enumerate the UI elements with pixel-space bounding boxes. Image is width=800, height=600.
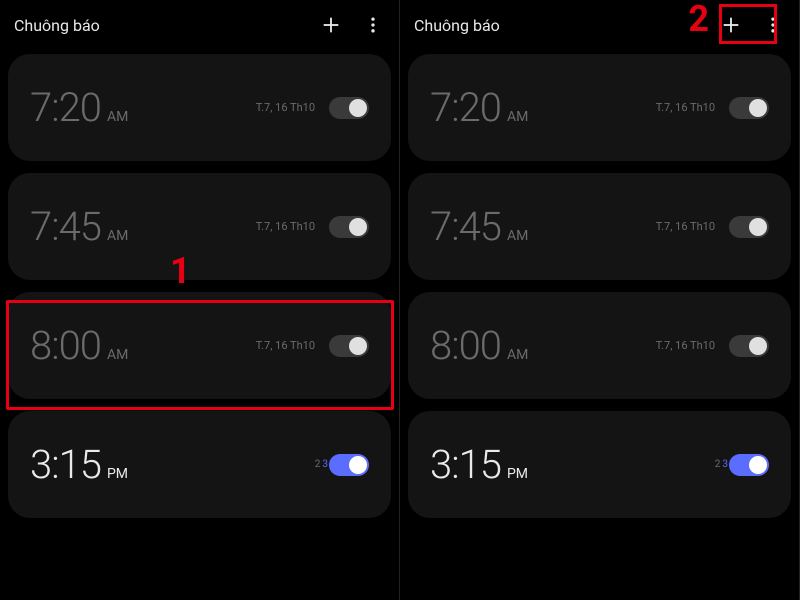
alarm-time: 7:20 AM bbox=[30, 84, 128, 131]
header-actions bbox=[319, 13, 385, 37]
add-button[interactable] bbox=[719, 13, 743, 37]
alarm-meta: T.7, 16 Th10 bbox=[656, 335, 769, 357]
time-value: 7:45 bbox=[430, 203, 501, 250]
time-value: 7:20 bbox=[430, 84, 501, 131]
alarm-toggle[interactable] bbox=[729, 216, 769, 238]
alarm-list: 7:20 AM T.7, 16 Th10 7:45 AM T.7, 16 Th1… bbox=[400, 48, 799, 518]
alarm-card[interactable]: 3:15 PM 234567C bbox=[408, 411, 791, 518]
more-button[interactable] bbox=[361, 13, 385, 37]
alarm-meta: T.7, 16 Th10 bbox=[256, 335, 369, 357]
ampm: AM bbox=[507, 228, 528, 244]
alarm-meta: T.7, 16 Th10 bbox=[656, 97, 769, 119]
time-value: 3:15 bbox=[430, 441, 501, 488]
ampm: AM bbox=[107, 109, 128, 125]
time-value: 8:00 bbox=[430, 322, 501, 369]
ampm: AM bbox=[107, 347, 128, 363]
add-button[interactable] bbox=[319, 13, 343, 37]
page-title: Chuông báo bbox=[414, 16, 500, 35]
time-value: 8:00 bbox=[30, 322, 101, 369]
alarm-date: T.7, 16 Th10 bbox=[256, 101, 315, 114]
alarm-date: T.7, 16 Th10 bbox=[656, 220, 715, 233]
alarm-time: 8:00 AM bbox=[430, 322, 528, 369]
ampm: AM bbox=[507, 109, 528, 125]
time-value: 3:15 bbox=[30, 441, 101, 488]
alarm-card[interactable]: 3:15 PM 234567C bbox=[8, 411, 391, 518]
alarm-toggle[interactable] bbox=[729, 454, 769, 476]
alarm-time: 7:45 AM bbox=[430, 203, 528, 250]
alarm-card[interactable]: 7:45 AM T.7, 16 Th10 bbox=[8, 173, 391, 280]
panel-left: Chuông báo 7:20 AM T.7, 16 Th10 7:45 bbox=[0, 0, 400, 600]
alarm-list: 7:20 AM T.7, 16 Th10 7:45 AM T.7, 16 Th1… bbox=[0, 48, 399, 518]
page-title: Chuông báo bbox=[14, 16, 100, 35]
alarm-time: 3:15 PM bbox=[30, 441, 128, 488]
alarm-card[interactable]: 8:00 AM T.7, 16 Th10 bbox=[408, 292, 791, 399]
header: Chuông báo bbox=[0, 0, 399, 48]
alarm-toggle[interactable] bbox=[329, 454, 369, 476]
alarm-card[interactable]: 7:20 AM T.7, 16 Th10 bbox=[408, 54, 791, 161]
more-icon bbox=[763, 15, 783, 35]
alarm-time: 7:20 AM bbox=[430, 84, 528, 131]
more-button[interactable] bbox=[761, 13, 785, 37]
alarm-date: T.7, 16 Th10 bbox=[256, 339, 315, 352]
panel-right: Chuông báo 7:20 AM T.7, 16 Th10 7:45 bbox=[400, 0, 800, 600]
more-icon bbox=[363, 15, 383, 35]
alarm-date: T.7, 16 Th10 bbox=[256, 220, 315, 233]
ampm: AM bbox=[107, 228, 128, 244]
time-value: 7:20 bbox=[30, 84, 101, 131]
alarm-meta: T.7, 16 Th10 bbox=[256, 216, 369, 238]
alarm-meta: 234567C bbox=[315, 459, 369, 470]
ampm: PM bbox=[507, 466, 528, 482]
alarm-time: 7:45 AM bbox=[30, 203, 128, 250]
ampm: PM bbox=[107, 466, 128, 482]
alarm-card[interactable]: 7:20 AM T.7, 16 Th10 bbox=[8, 54, 391, 161]
header: Chuông báo bbox=[400, 0, 799, 48]
alarm-toggle[interactable] bbox=[329, 216, 369, 238]
alarm-toggle[interactable] bbox=[329, 97, 369, 119]
alarm-toggle[interactable] bbox=[729, 335, 769, 357]
alarm-toggle[interactable] bbox=[329, 335, 369, 357]
alarm-meta: T.7, 16 Th10 bbox=[256, 97, 369, 119]
alarm-meta: 234567C bbox=[715, 459, 769, 470]
add-icon bbox=[720, 14, 742, 36]
alarm-time: 8:00 AM bbox=[30, 322, 128, 369]
alarm-time: 3:15 PM bbox=[430, 441, 528, 488]
alarm-card[interactable]: 8:00 AM T.7, 16 Th10 bbox=[8, 292, 391, 399]
alarm-date: T.7, 16 Th10 bbox=[656, 339, 715, 352]
alarm-toggle[interactable] bbox=[729, 97, 769, 119]
alarm-card[interactable]: 7:45 AM T.7, 16 Th10 bbox=[408, 173, 791, 280]
ampm: AM bbox=[507, 347, 528, 363]
time-value: 7:45 bbox=[30, 203, 101, 250]
alarm-date: T.7, 16 Th10 bbox=[656, 101, 715, 114]
add-icon bbox=[320, 14, 342, 36]
header-actions bbox=[719, 13, 785, 37]
alarm-meta: T.7, 16 Th10 bbox=[656, 216, 769, 238]
